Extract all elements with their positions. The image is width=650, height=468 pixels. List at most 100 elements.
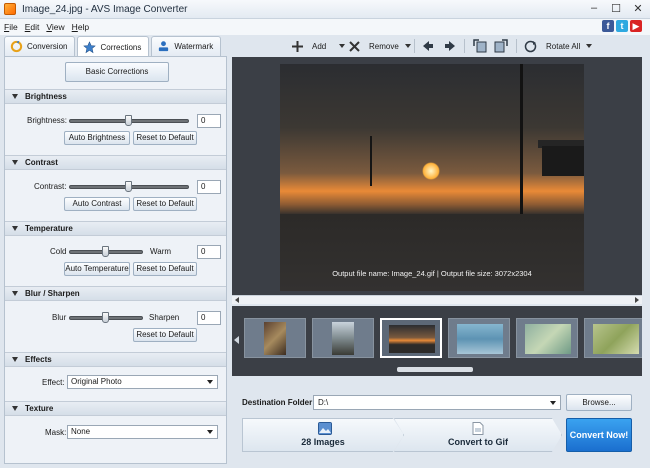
maximize-icon[interactable]: ☐ bbox=[610, 2, 622, 15]
auto-temperature-button[interactable]: Auto Temperature bbox=[64, 262, 130, 276]
social-links: f t ▶ bbox=[602, 20, 642, 32]
blur-value-field[interactable]: 0 bbox=[197, 311, 221, 325]
collapse-icon bbox=[12, 357, 18, 362]
thumbnail-image bbox=[593, 324, 639, 354]
close-icon[interactable]: ✕ bbox=[632, 2, 644, 15]
reset-brightness-button[interactable]: Reset to Default bbox=[133, 131, 197, 145]
facebook-icon[interactable]: f bbox=[602, 20, 614, 32]
auto-contrast-button[interactable]: Auto Contrast bbox=[64, 197, 130, 211]
chevron-down-icon bbox=[404, 44, 411, 48]
menu-view[interactable]: View bbox=[46, 22, 64, 32]
reset-contrast-button[interactable]: Reset to Default bbox=[133, 197, 197, 211]
rotate-right-button[interactable] bbox=[494, 38, 509, 54]
sharpen-label: Sharpen bbox=[149, 313, 180, 322]
section-brightness-title: Brightness bbox=[25, 92, 67, 101]
toolbar-divider bbox=[516, 39, 517, 53]
sun bbox=[422, 162, 440, 180]
mask-select[interactable]: None bbox=[67, 425, 218, 439]
toolbar-divider bbox=[464, 39, 465, 53]
twitter-icon[interactable]: t bbox=[616, 20, 628, 32]
destination-folder-input[interactable]: D:\ bbox=[313, 395, 561, 410]
chevron-down-icon bbox=[339, 44, 346, 48]
images-step[interactable]: 28 Images bbox=[242, 418, 404, 452]
browse-button[interactable]: Browse... bbox=[566, 394, 632, 411]
star-icon bbox=[83, 40, 97, 53]
section-effects[interactable]: Effects bbox=[5, 352, 226, 367]
section-effects-title: Effects bbox=[25, 355, 52, 364]
pole bbox=[520, 64, 523, 229]
thumbnail-image bbox=[389, 325, 435, 353]
collapse-icon bbox=[12, 226, 18, 231]
next-button[interactable] bbox=[444, 38, 456, 54]
menu-help[interactable]: Help bbox=[72, 22, 89, 32]
remove-button[interactable]: Remove bbox=[349, 38, 411, 54]
arrow-right-icon bbox=[445, 41, 455, 51]
convert-now-button[interactable]: Convert Now! bbox=[566, 418, 632, 452]
warm-label: Warm bbox=[150, 247, 172, 256]
thumbnail[interactable] bbox=[516, 318, 578, 358]
rotate-all-button[interactable]: Rotate All bbox=[524, 38, 593, 54]
section-blur-title: Blur / Sharpen bbox=[25, 289, 80, 298]
window-controls: – ☐ ✕ bbox=[588, 2, 644, 15]
format-file-icon bbox=[472, 422, 484, 435]
section-brightness[interactable]: Brightness bbox=[5, 89, 226, 104]
convert-format-step[interactable]: Convert to Gif bbox=[394, 418, 562, 452]
window-title: Image_24.jpg - AVS Image Converter bbox=[22, 3, 188, 15]
arrow-right-icon[interactable] bbox=[635, 297, 639, 303]
thumbnail-selected[interactable] bbox=[380, 318, 442, 358]
thumbnail[interactable] bbox=[312, 318, 374, 358]
thumbnail[interactable] bbox=[448, 318, 510, 358]
reset-temperature-button[interactable]: Reset to Default bbox=[133, 262, 197, 276]
section-texture[interactable]: Texture bbox=[5, 401, 226, 416]
brightness-value-field[interactable]: 0 bbox=[197, 114, 221, 128]
basic-corrections-button[interactable]: Basic Corrections bbox=[65, 62, 169, 82]
section-blur-sharpen[interactable]: Blur / Sharpen bbox=[5, 286, 226, 301]
destination-folder-value: D:\ bbox=[318, 398, 329, 407]
chevron-down-icon bbox=[207, 430, 213, 434]
ground bbox=[280, 214, 584, 291]
contrast-value-field[interactable]: 0 bbox=[197, 180, 221, 194]
thumbnail[interactable] bbox=[244, 318, 306, 358]
output-info-caption: Output file name: Image_24.gif | Output … bbox=[332, 269, 532, 278]
tab-conversion[interactable]: Conversion bbox=[4, 36, 76, 56]
tab-corrections[interactable]: Corrections bbox=[77, 36, 150, 57]
preview-scrollbar[interactable] bbox=[232, 295, 642, 304]
menu-file[interactable]: File bbox=[4, 22, 18, 32]
thumbnail[interactable] bbox=[584, 318, 642, 358]
effect-select-value: Original Photo bbox=[71, 377, 122, 386]
images-count-label: 28 Images bbox=[301, 437, 345, 447]
temperature-value-field[interactable]: 0 bbox=[197, 245, 221, 259]
rotate-left-icon bbox=[473, 39, 487, 53]
brightness-slider-thumb[interactable] bbox=[125, 115, 132, 126]
rotate-left-button[interactable] bbox=[472, 38, 487, 54]
temperature-slider-thumb[interactable] bbox=[102, 246, 109, 257]
minimize-icon[interactable]: – bbox=[588, 2, 600, 15]
blur-sharpen-slider-thumb[interactable] bbox=[102, 312, 109, 323]
thumbnail-scrollbar[interactable] bbox=[397, 367, 473, 372]
arrow-left-icon[interactable] bbox=[235, 297, 239, 303]
tab-conversion-label: Conversion bbox=[27, 42, 68, 51]
reset-blur-button[interactable]: Reset to Default bbox=[133, 328, 197, 342]
arrow-left-icon[interactable] bbox=[234, 336, 239, 344]
contrast-slider-thumb[interactable] bbox=[125, 181, 132, 192]
add-button[interactable]: Add bbox=[292, 38, 346, 54]
thumbnail-image bbox=[264, 322, 286, 355]
contrast-label: Contrast: bbox=[34, 182, 67, 191]
tab-watermark[interactable]: Watermark bbox=[151, 36, 222, 56]
auto-brightness-button[interactable]: Auto Brightness bbox=[64, 131, 130, 145]
menu-edit[interactable]: Edit bbox=[25, 22, 40, 32]
plus-icon bbox=[292, 40, 303, 52]
previous-button[interactable] bbox=[422, 38, 434, 54]
cold-label: Cold bbox=[50, 247, 67, 256]
effect-select[interactable]: Original Photo bbox=[67, 375, 218, 389]
section-temperature-title: Temperature bbox=[25, 224, 73, 233]
images-icon bbox=[318, 422, 332, 435]
section-contrast[interactable]: Contrast bbox=[5, 155, 226, 170]
brightness-label: Brightness: bbox=[27, 116, 68, 125]
collapse-icon bbox=[12, 291, 18, 296]
rotate-all-label: Rotate All bbox=[546, 41, 581, 51]
destination-folder-label: Destination Folder: bbox=[242, 398, 315, 407]
section-temperature[interactable]: Temperature bbox=[5, 221, 226, 236]
title-bar: Image_24.jpg - AVS Image Converter – ☐ ✕ bbox=[0, 0, 650, 19]
youtube-icon[interactable]: ▶ bbox=[630, 20, 642, 32]
